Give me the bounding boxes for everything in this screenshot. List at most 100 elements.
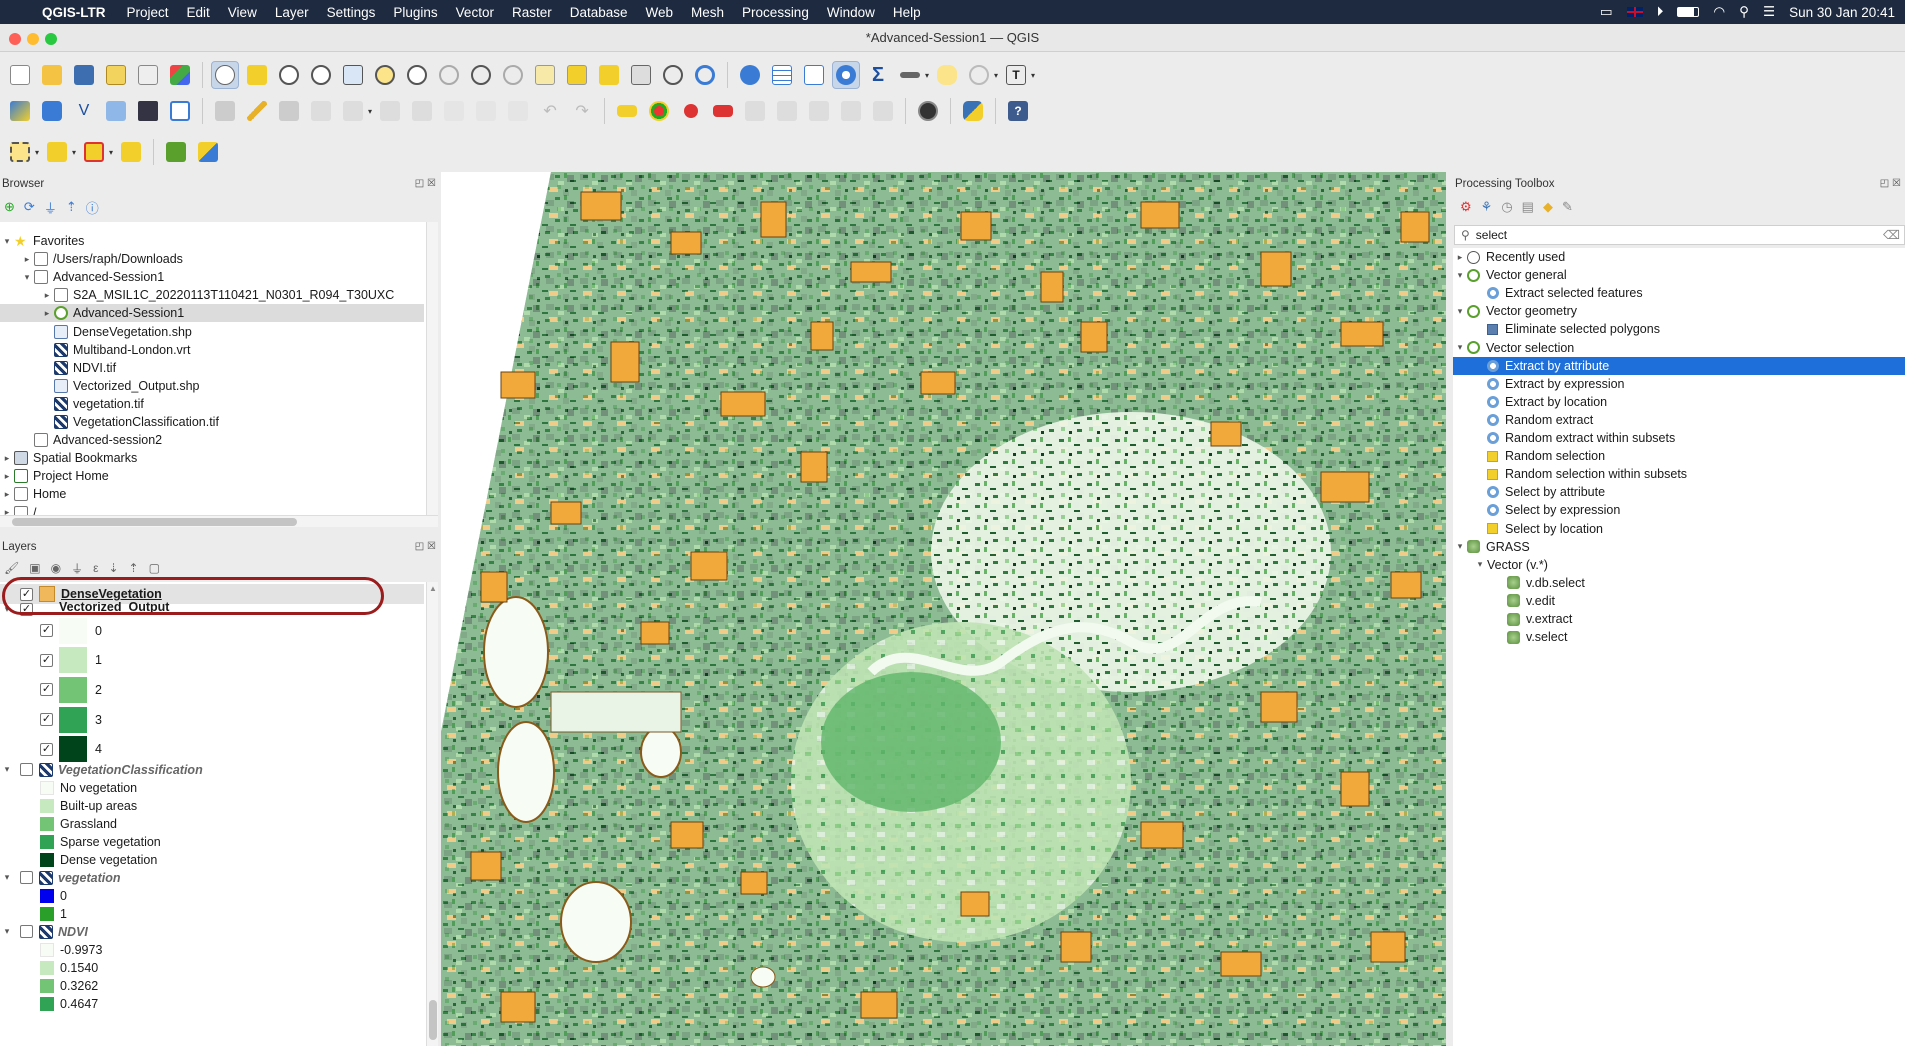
change-label-button[interactable] bbox=[837, 97, 865, 125]
models-icon[interactable]: ⚙ bbox=[1460, 199, 1472, 215]
browser-item[interactable]: ▸ Project Home bbox=[0, 467, 424, 485]
browser-item[interactable]: ▸ Home bbox=[0, 485, 424, 503]
new-map-view-button[interactable] bbox=[531, 61, 559, 89]
menu-settings[interactable]: Settings bbox=[318, 5, 385, 20]
info-icon[interactable]: ⓘ bbox=[86, 198, 99, 217]
browser-item[interactable]: ▸ Spatial Bookmarks bbox=[0, 449, 424, 467]
add-vector-layer-button[interactable]: V bbox=[70, 97, 98, 125]
pin-labels-button[interactable] bbox=[709, 97, 737, 125]
collapse-all-icon[interactable]: ⇡ bbox=[129, 561, 139, 575]
new-geopackage-layer-button[interactable] bbox=[38, 97, 66, 125]
expand-arrow-icon[interactable]: ▾ bbox=[1453, 541, 1467, 552]
browser-scrollbar[interactable] bbox=[426, 222, 438, 515]
map-render[interactable] bbox=[441, 172, 1446, 1046]
add-delimited-text-button[interactable] bbox=[102, 97, 130, 125]
deselect-features-button[interactable] bbox=[80, 138, 108, 166]
history-icon[interactable]: ◷ bbox=[1501, 199, 1512, 215]
delete-selected-button[interactable] bbox=[408, 97, 436, 125]
visibility-icon[interactable]: ◉ bbox=[51, 561, 61, 575]
expression-filter-icon[interactable]: ε bbox=[93, 561, 98, 575]
menu-view[interactable]: View bbox=[219, 5, 266, 20]
save-project-button[interactable] bbox=[70, 61, 98, 89]
styling-icon[interactable]: 🖌 bbox=[4, 561, 19, 575]
toolbox-item[interactable]: Random selection within subsets bbox=[1453, 465, 1905, 483]
battery-icon[interactable] bbox=[1677, 7, 1700, 17]
paste-features-button[interactable] bbox=[504, 97, 532, 125]
filter-icon[interactable]: ⏚ bbox=[44, 198, 57, 217]
label-toolbar-button[interactable] bbox=[613, 97, 641, 125]
data-source-manager-button[interactable] bbox=[6, 97, 34, 125]
toolbox-tree[interactable]: ▸ Recently used ▾ Vector general Extract sel… bbox=[1453, 248, 1905, 1046]
browser-tree[interactable]: ▾ ★ Favorites ▸/Users/raph/Downloads ▾ Advanc… bbox=[0, 222, 438, 515]
layers-tree[interactable]: ✓ DenseVegetation ▾ ✓ Vectorized_Output … bbox=[0, 582, 438, 1046]
toolbox-item[interactable]: ▾ Vector selection bbox=[1453, 339, 1905, 357]
toolbox-item[interactable]: v.select bbox=[1453, 628, 1905, 646]
search-icon[interactable]: ⚲ bbox=[1739, 4, 1749, 20]
expand-all-icon[interactable]: ⇣ bbox=[108, 561, 118, 575]
in-place-edit-icon[interactable]: ◆ bbox=[1543, 199, 1553, 215]
select-by-value-button[interactable] bbox=[43, 138, 71, 166]
open-attribute-table-button[interactable] bbox=[768, 61, 796, 89]
open-field-calculator-button[interactable] bbox=[800, 61, 828, 89]
legend-class-row[interactable]: ✓ 2 bbox=[40, 675, 102, 705]
show-bookmarks-button[interactable] bbox=[627, 61, 655, 89]
save-edits-button[interactable] bbox=[275, 97, 303, 125]
processing-toolbox-button[interactable] bbox=[832, 61, 860, 89]
toolbox-item[interactable]: v.edit bbox=[1453, 592, 1905, 610]
modify-attributes-button[interactable] bbox=[376, 97, 404, 125]
expand-arrow-icon[interactable]: ▸ bbox=[40, 308, 54, 319]
legend-class-row[interactable]: ✓ 4 bbox=[40, 734, 102, 764]
toolbox-item[interactable]: Extract by location bbox=[1453, 393, 1905, 411]
cut-features-button[interactable] bbox=[440, 97, 468, 125]
menu-database[interactable]: Database bbox=[561, 5, 637, 20]
toolbox-item[interactable]: Eliminate selected polygons bbox=[1453, 320, 1905, 338]
layer-visibility-checkbox[interactable] bbox=[20, 925, 33, 938]
results-icon[interactable]: ▤ bbox=[1522, 199, 1534, 215]
zoom-full-button[interactable] bbox=[339, 61, 367, 89]
toolbox-item[interactable]: Random selection bbox=[1453, 447, 1905, 465]
layout-manager-button[interactable] bbox=[134, 61, 162, 89]
layer-header[interactable]: ▾ vegetation bbox=[0, 870, 121, 885]
toolbox-item[interactable]: ▾ Vector general bbox=[1453, 266, 1905, 284]
expand-arrow-icon[interactable]: ▸ bbox=[0, 507, 14, 515]
toolbox-item[interactable]: Random extract bbox=[1453, 411, 1905, 429]
legend-class-row[interactable]: ✓ 3 bbox=[40, 705, 102, 735]
toolbox-item[interactable]: Random extract within subsets bbox=[1453, 429, 1905, 447]
layers-scrollbar[interactable]: ▲ bbox=[426, 582, 438, 1046]
pan-to-selection-button[interactable] bbox=[243, 61, 271, 89]
identify-features-button[interactable] bbox=[736, 61, 764, 89]
browser-item[interactable]: Multiband-London.vrt bbox=[0, 341, 424, 359]
browser-item[interactable]: VegetationClassification.tif bbox=[0, 413, 424, 431]
class-checkbox[interactable]: ✓ bbox=[40, 742, 53, 756]
toolbox-item[interactable]: ▾ GRASS bbox=[1453, 538, 1905, 556]
panel-float-close-icons[interactable]: ◰ ☒ bbox=[415, 538, 436, 556]
menu-web[interactable]: Web bbox=[637, 5, 683, 20]
flag-icon[interactable] bbox=[1626, 7, 1643, 17]
add-group-icon[interactable]: ▣ bbox=[29, 561, 40, 575]
refresh-icon[interactable]: ⟳ bbox=[24, 199, 35, 215]
menu-mesh[interactable]: Mesh bbox=[682, 5, 733, 20]
new-virtual-layer-button[interactable] bbox=[166, 97, 194, 125]
zoom-to-layer-button[interactable] bbox=[403, 61, 431, 89]
style-manager-button[interactable] bbox=[166, 61, 194, 89]
move-label-button[interactable] bbox=[773, 97, 801, 125]
minimize-window-button[interactable] bbox=[27, 33, 39, 45]
temporal-controller-button[interactable] bbox=[659, 61, 687, 89]
vertex-tool-button[interactable] bbox=[339, 97, 367, 125]
undo-button[interactable]: ↶ bbox=[536, 97, 564, 125]
expand-arrow-icon[interactable]: ▸ bbox=[0, 489, 14, 500]
toolbox-item[interactable]: Select by attribute bbox=[1453, 483, 1905, 501]
toolbox-item[interactable]: Select by location bbox=[1453, 520, 1905, 538]
browser-item[interactable]: DenseVegetation.shp bbox=[0, 323, 424, 341]
clear-search-icon[interactable]: ⌫ bbox=[1883, 228, 1900, 242]
new-3d-view-button[interactable] bbox=[563, 61, 591, 89]
copy-features-button[interactable] bbox=[472, 97, 500, 125]
collapse-all-icon[interactable]: ⇡ bbox=[66, 199, 77, 215]
layer-header[interactable]: ▾ NDVI bbox=[0, 924, 88, 939]
new-temporary-layer-button[interactable] bbox=[134, 97, 162, 125]
toolbox-search-field[interactable]: ⚲ select ⌫ bbox=[1454, 225, 1905, 245]
locator-button[interactable] bbox=[965, 61, 993, 89]
browser-item[interactable]: ▸ Advanced-Session1 bbox=[0, 304, 424, 323]
layer-visibility-checkbox[interactable] bbox=[20, 871, 33, 884]
control-center-icon[interactable]: ☰ bbox=[1763, 4, 1775, 20]
